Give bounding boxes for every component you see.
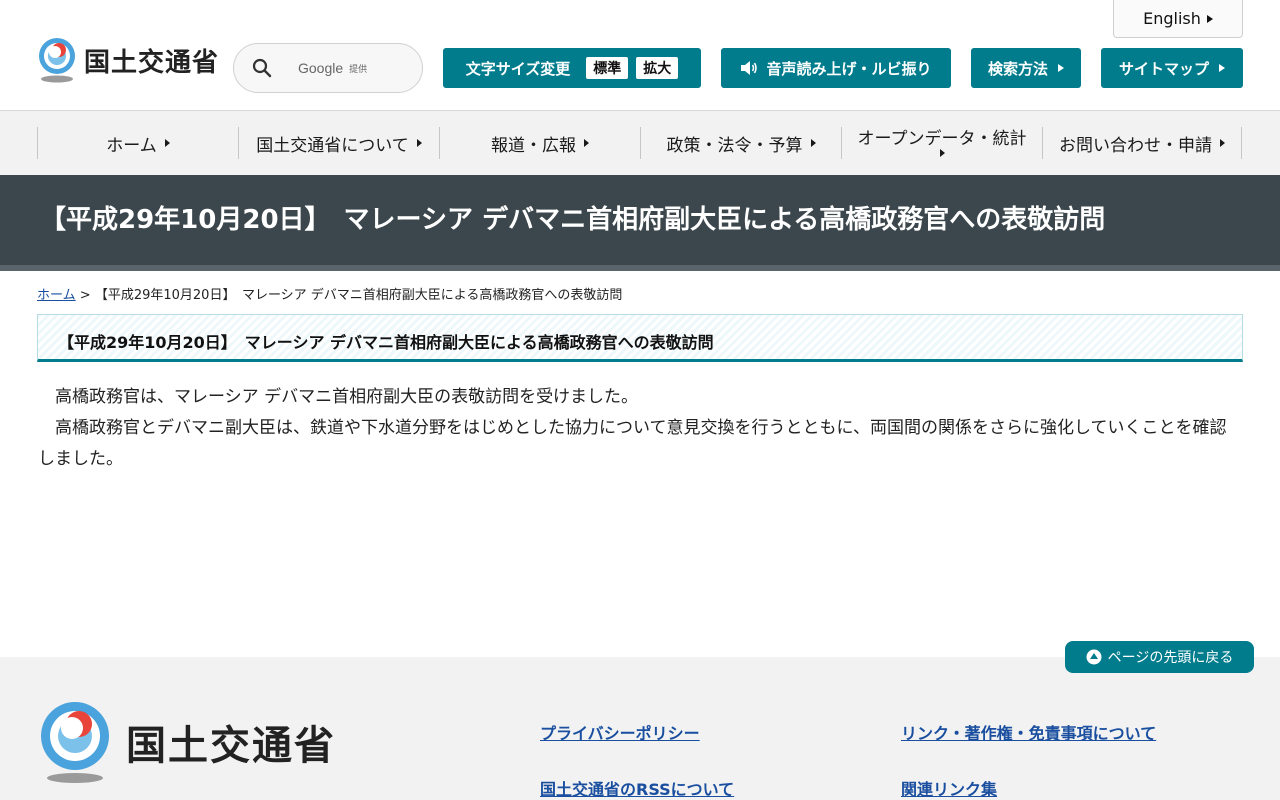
back-to-top-label: ページの先頭に戻る <box>1107 650 1234 666</box>
copyright-link[interactable]: リンク・著作権・免責事項について <box>901 720 1156 744</box>
nav-item-about[interactable]: 国土交通省について <box>238 127 439 159</box>
speech-ruby-button[interactable]: 音声読み上げ・ルビ振り <box>721 48 951 88</box>
arrow-right-icon <box>810 139 816 147</box>
nav-item-label: お問い合わせ・申請 <box>1059 135 1212 156</box>
site-search[interactable]: Google 提供 <box>233 43 423 93</box>
back-to-top-button[interactable]: ページの先頭に戻る <box>1065 641 1254 673</box>
nav-item-contact[interactable]: お問い合わせ・申請 <box>1042 127 1242 159</box>
arrow-up-circle-icon <box>1086 649 1102 665</box>
sitemap-label: サイトマップ <box>1118 59 1209 78</box>
search-provider-label: Google <box>298 60 344 76</box>
related-links-link[interactable]: 関連リンク集 <box>901 776 997 800</box>
nav-item-label: 報道・広報 <box>491 135 576 156</box>
nav-item-home[interactable]: ホーム <box>37 127 238 159</box>
font-standard-button[interactable]: 標準 <box>586 57 629 79</box>
nav-item-press[interactable]: 報道・広報 <box>439 127 640 159</box>
rss-link[interactable]: 国土交通省のRSSについて <box>540 776 734 800</box>
article-paragraph: 高橋政務官とデバマニ副大臣は、鉄道や下水道分野をはじめとした協力について意見交換… <box>38 418 1227 469</box>
title-band-stripe <box>0 265 1280 271</box>
site-header: 国土交通省 Google 提供 English 文字サイズ変更 標準 拡大 音声… <box>0 0 1280 111</box>
arrow-right-icon <box>416 139 422 147</box>
speech-label: 音声読み上げ・ルビ振り <box>766 59 932 78</box>
font-large-button[interactable]: 拡大 <box>636 57 679 79</box>
mlit-logo-icon <box>38 700 112 784</box>
search-icon <box>252 58 272 78</box>
logo-text: 国土交通省 <box>84 47 220 78</box>
english-link[interactable]: English <box>1113 0 1243 38</box>
font-size-label: 文字サイズ変更 <box>465 59 571 78</box>
english-label: English <box>1143 9 1201 28</box>
arrow-right-icon <box>164 139 170 147</box>
privacy-policy-link[interactable]: プライバシーポリシー <box>540 720 700 744</box>
speaker-icon <box>741 61 758 75</box>
search-method-label: 検索方法 <box>987 59 1048 78</box>
nav-item-label: 国土交通省について <box>256 135 409 156</box>
search-provider-suffix: 提供 <box>349 64 368 75</box>
article-heading-box: 【平成29年10月20日】 マレーシア デバマニ首相府副大臣による高橋政務官への… <box>37 314 1243 362</box>
article-body: 高橋政務官は、マレーシア デバマニ首相府副大臣の表敬訪問を受けました。 高橋政務… <box>38 382 1243 475</box>
nav-item-label: オープンデータ・統計 <box>857 129 1027 149</box>
arrow-right-icon <box>584 139 589 147</box>
footer-logo-text: 国土交通省 <box>126 723 336 769</box>
arrow-right-icon <box>1206 14 1213 23</box>
arrow-right-icon <box>1058 64 1064 72</box>
mlit-logo[interactable]: 国土交通省 <box>36 37 219 83</box>
footer-logo[interactable]: 国土交通省 <box>38 700 336 784</box>
arrow-right-icon <box>939 149 945 157</box>
article-paragraph: 高橋政務官は、マレーシア デバマニ首相府副大臣の表敬訪問を受けました。 <box>55 387 639 407</box>
breadcrumb: ホーム > 【平成29年10月20日】 マレーシア デバマニ首相府副大臣による高… <box>37 284 622 303</box>
breadcrumb-current: 【平成29年10月20日】 マレーシア デバマニ首相府副大臣による高橋政務官への… <box>94 288 623 303</box>
breadcrumb-home-link[interactable]: ホーム <box>37 288 76 303</box>
nav-item-label: ホーム <box>106 135 157 156</box>
breadcrumb-separator: > <box>79 288 91 303</box>
nav-item-label: 政策・法令・予算 <box>666 135 803 156</box>
sitemap-button[interactable]: サイトマップ <box>1101 48 1243 88</box>
font-size-control: 文字サイズ変更 標準 拡大 <box>443 48 701 88</box>
mlit-logo-icon <box>36 37 78 83</box>
nav-item-policy[interactable]: 政策・法令・予算 <box>640 127 841 159</box>
global-nav: ホーム 国土交通省について 報道・広報 政策・法令・予算 オープンデータ・統計 … <box>0 111 1280 175</box>
article-heading: 【平成29年10月20日】 マレーシア デバマニ首相府副大臣による高橋政務官への… <box>58 333 714 352</box>
arrow-right-icon <box>1220 139 1225 147</box>
page-title: 【平成29年10月20日】 マレーシア デバマニ首相府副大臣による高橋政務官への… <box>40 205 1106 235</box>
nav-item-opendata[interactable]: オープンデータ・統計 <box>841 127 1042 159</box>
search-method-button[interactable]: 検索方法 <box>971 48 1081 88</box>
arrow-right-icon <box>1219 64 1225 72</box>
